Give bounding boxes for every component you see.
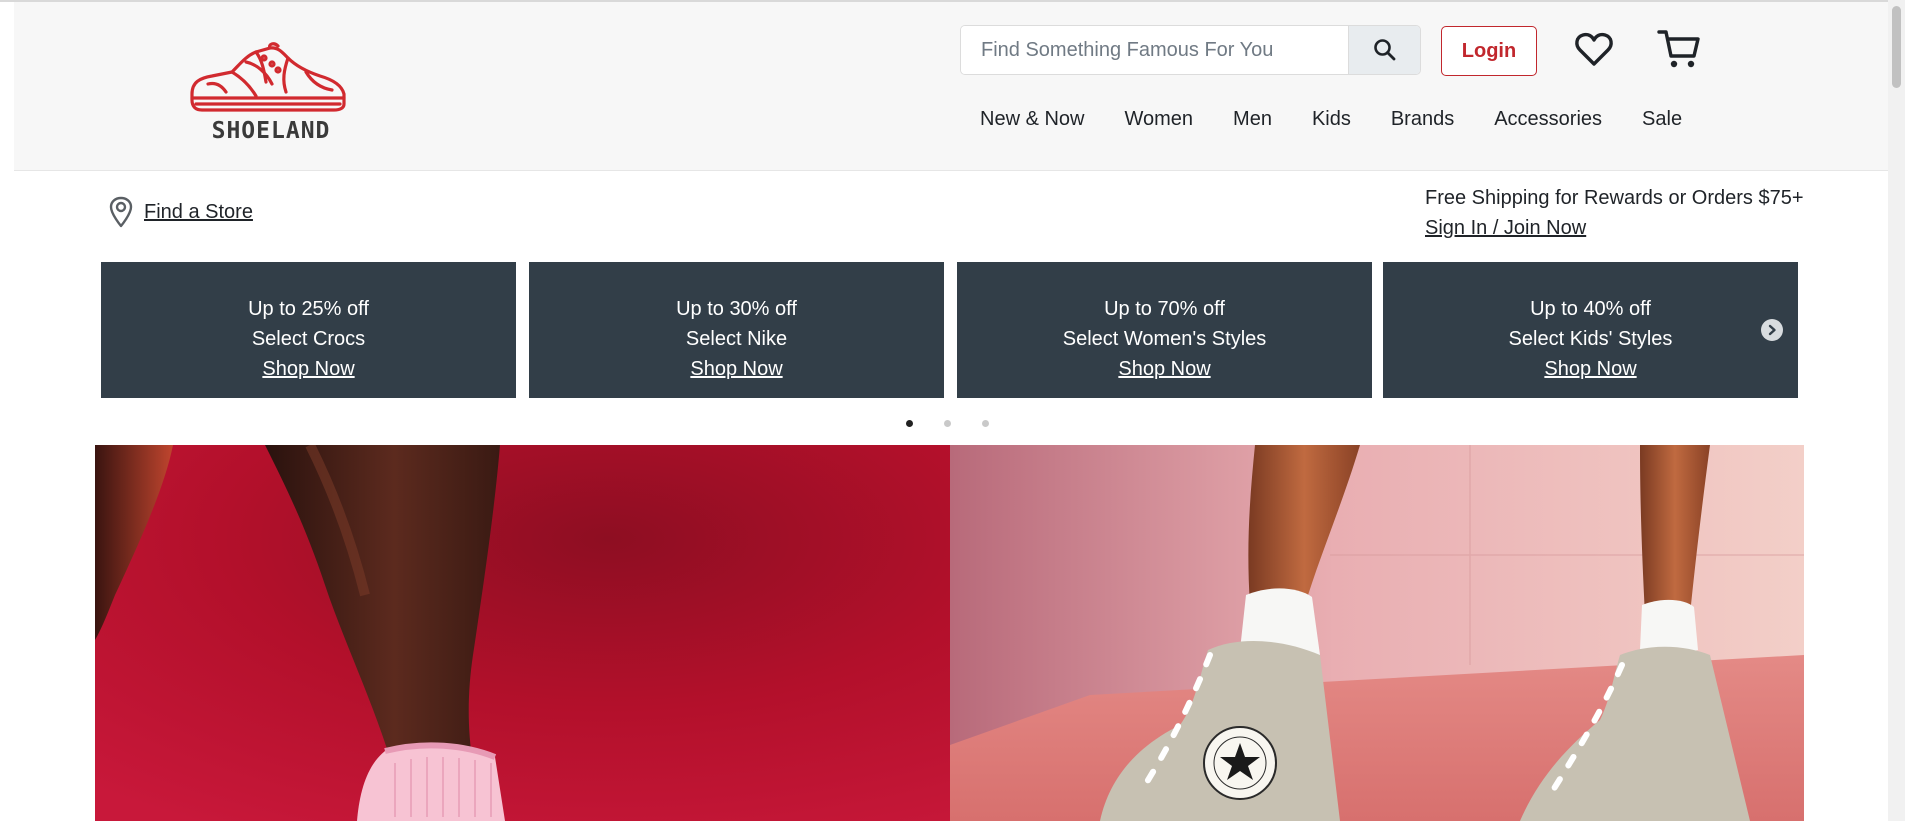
nav-item-sale[interactable]: Sale	[1642, 108, 1682, 131]
promo-headline: Up to 70% off	[1104, 298, 1225, 320]
promo-card: Up to 70% off Select Women's Styles Shop…	[957, 262, 1372, 398]
chevron-right-icon	[1768, 324, 1776, 336]
brand-wordmark: SHOELAND	[211, 118, 331, 144]
cart-button[interactable]	[1656, 26, 1702, 72]
promo-subline: Select Kids' Styles	[1508, 328, 1673, 350]
hero-image-red-socks	[95, 445, 950, 821]
promo-card: Up to 40% off Select Kids' Styles Shop N…	[1383, 262, 1798, 398]
promo-headline: Up to 25% off	[248, 298, 369, 320]
login-button[interactable]: Login	[1441, 26, 1537, 76]
shipping-text: Free Shipping for Rewards or Orders $75+	[1425, 187, 1804, 209]
promo-headline: Up to 40% off	[1530, 298, 1651, 320]
location-pin-icon	[109, 196, 133, 228]
nav-item-men[interactable]: Men	[1233, 108, 1272, 131]
promo-shop-now-link[interactable]: Shop Now	[690, 354, 782, 384]
promo-shop-now-link[interactable]: Shop Now	[1118, 354, 1210, 384]
promo-card: Up to 30% off Select Nike Shop Now	[529, 262, 944, 398]
search-bar	[960, 25, 1421, 75]
search-icon	[1373, 39, 1395, 61]
nav-item-accessories[interactable]: Accessories	[1494, 108, 1602, 131]
page-scrollbar[interactable]	[1888, 0, 1905, 821]
promo-carousel: Up to 25% off Select Crocs Shop Now Up t…	[97, 258, 1802, 404]
converse-badge-icon	[1203, 726, 1277, 800]
wishlist-button[interactable]	[1574, 30, 1614, 70]
carousel-dot-2[interactable]	[944, 420, 951, 427]
find-store-label[interactable]: Find a Store	[144, 201, 253, 224]
promo-headline: Up to 30% off	[676, 298, 797, 320]
nav-item-brands[interactable]: Brands	[1391, 108, 1454, 131]
search-input[interactable]	[961, 26, 1335, 74]
nav-item-kids[interactable]: Kids	[1312, 108, 1351, 131]
carousel-pagination	[906, 420, 1020, 427]
find-store-link[interactable]: Find a Store	[108, 196, 253, 228]
scrollbar-thumb[interactable]	[1892, 6, 1901, 88]
hero-banner[interactable]	[95, 445, 1804, 821]
nav-item-new-and-now[interactable]: New & Now	[980, 108, 1084, 131]
sneaker-logo-icon	[190, 42, 346, 112]
promo-subline: Select Crocs	[251, 328, 366, 350]
carousel-dot-3[interactable]	[982, 420, 989, 427]
promo-subline: Select Nike	[685, 328, 788, 350]
search-button[interactable]	[1348, 26, 1420, 74]
nav-item-women[interactable]: Women	[1124, 108, 1193, 131]
promo-card: Up to 25% off Select Crocs Shop Now	[101, 262, 516, 398]
main-nav: New & Now Women Men Kids Brands Accessor…	[980, 108, 1682, 131]
shoeland-logo[interactable]: SHOELAND	[186, 42, 356, 152]
heart-icon	[1575, 32, 1613, 66]
shipping-banner: Free Shipping for Rewards or Orders $75+…	[1425, 187, 1825, 240]
signin-join-link[interactable]: Sign In / Join Now	[1425, 217, 1586, 240]
promo-shop-now-link[interactable]: Shop Now	[262, 354, 354, 384]
promo-shop-now-link[interactable]: Shop Now	[1544, 354, 1636, 384]
site-header: SHOELAND Login New & Now Women Men Kids …	[14, 2, 1891, 171]
carousel-next-button[interactable]	[1761, 319, 1783, 341]
carousel-dot-1[interactable]	[906, 420, 913, 427]
cart-icon	[1657, 30, 1700, 68]
promo-subline: Select Women's Styles	[1062, 328, 1267, 350]
hero-image-converse-sneakers	[950, 445, 1804, 821]
